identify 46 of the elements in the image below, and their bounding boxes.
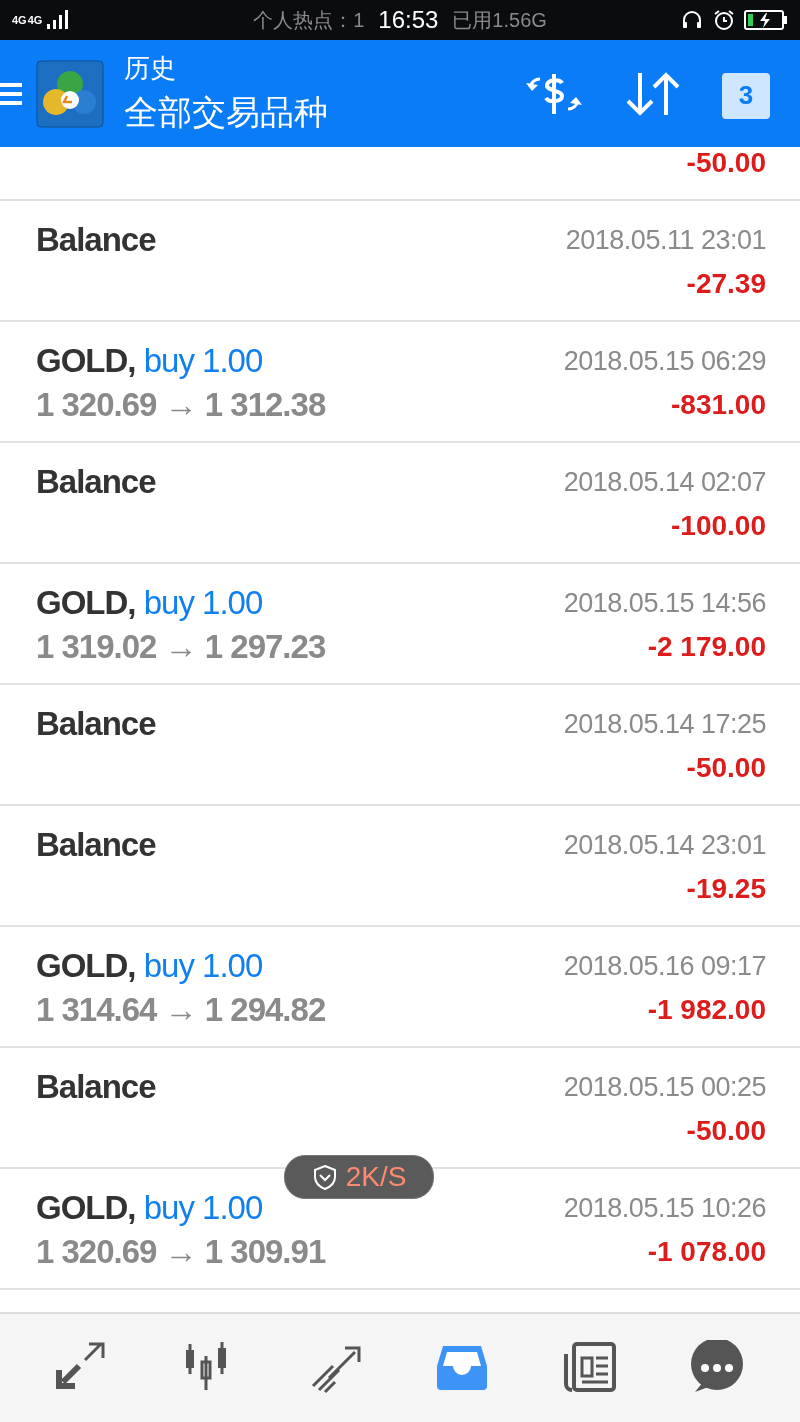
profit-value: -2 179.00 [647, 631, 766, 663]
trade-time: 2018.05.15 06:29 [563, 346, 766, 377]
trade-time: 2018.05.14 23:01 [563, 830, 766, 861]
operation-type: Balance [36, 826, 156, 864]
screen-title: 历史 [124, 52, 177, 85]
trade-time: 2018.05.16 09:17 [563, 951, 766, 982]
profit-value: -1 078.00 [647, 1236, 766, 1268]
trade-title: GOLD, buy 1.00 [36, 1189, 264, 1227]
notification-text: 已用1.56G [452, 7, 547, 33]
trade-title: GOLD, buy 1.00 [36, 342, 264, 380]
operation-type: Balance [36, 1068, 156, 1106]
profit-value: -19.25 [686, 873, 766, 905]
operation-type: Balance [36, 705, 156, 743]
profit-value: -1 982.00 [647, 994, 766, 1026]
price-range: 1 320.69 → 1 312.38 [36, 386, 326, 424]
profit-value: -50.00 [686, 752, 766, 784]
price-range: 1 320.69 → 1 309.91 [36, 1233, 326, 1271]
calendar-button[interactable]: 3 [722, 72, 770, 119]
shield-icon [311, 1164, 338, 1190]
profit-value: -831.00 [671, 389, 766, 421]
clock: 16:53 [378, 6, 439, 34]
price-range: 1 319.02 → 1 297.23 [36, 628, 326, 666]
trade-time: 2018.05.15 14:56 [563, 588, 766, 619]
profit-value: -50.00 [686, 147, 766, 179]
notification-text: 个人热点：1 [253, 7, 365, 33]
app-logo [36, 59, 104, 128]
trade-time: 2018.05.15 00:25 [563, 1072, 766, 1103]
profit-value: -50.00 [686, 1115, 766, 1147]
operation-type: Balance [36, 463, 156, 501]
battery-icon [744, 9, 788, 31]
signal-icon [46, 10, 69, 30]
alarm-icon [712, 8, 736, 32]
speed-badge: 2K/S [284, 1155, 434, 1199]
price-range: 1 314.64 → 1 294.82 [36, 991, 326, 1029]
trade-time: 2018.05.14 17:25 [563, 709, 766, 740]
symbol-filter[interactable]: 全部交易品种 [124, 90, 524, 136]
trade-title: GOLD, buy 1.00 [36, 584, 264, 622]
trade-time: 2018.05.11 23:01 [565, 225, 766, 256]
trade-title: GOLD, buy 1.00 [36, 947, 264, 985]
trade-time: 2018.05.15 10:26 [563, 1193, 766, 1224]
trade-time: 2018.05.14 02:07 [563, 467, 766, 498]
network-label: 4G [12, 14, 27, 26]
profit-value: -27.39 [686, 268, 766, 300]
profit-value: -100.00 [671, 510, 766, 542]
operation-type: Balance [36, 221, 156, 259]
network-label: 4G [27, 14, 43, 26]
